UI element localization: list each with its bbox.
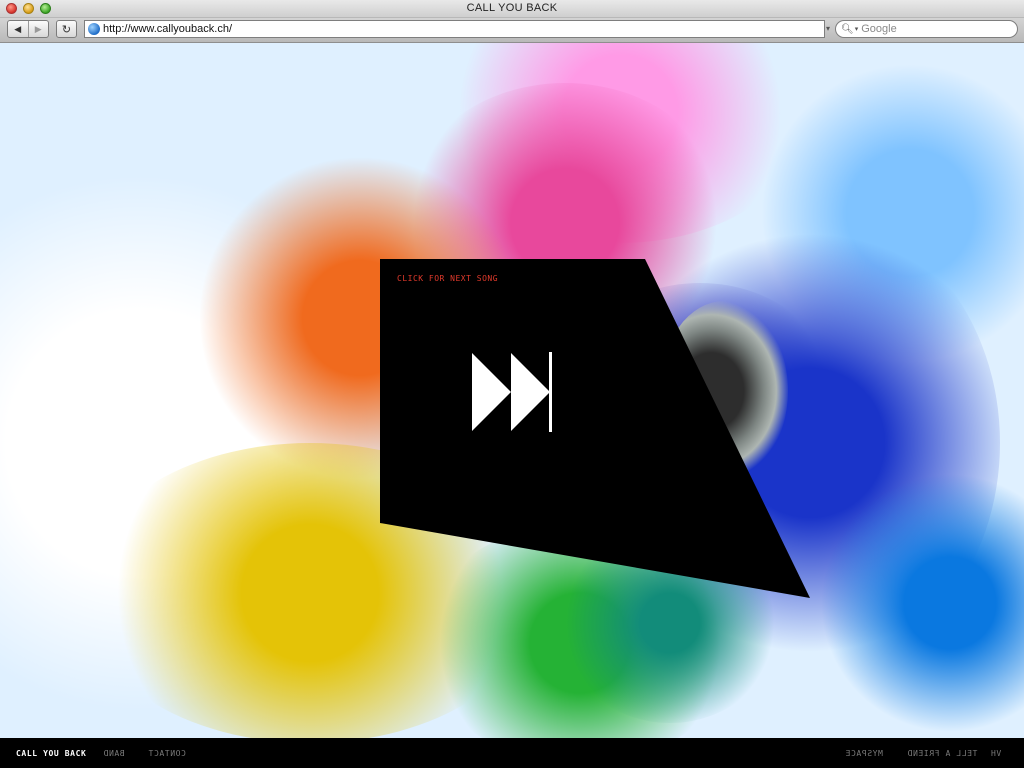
nav-label: MYSPACE [845, 749, 883, 758]
nav-label: HV [991, 749, 1002, 758]
forward-arrow-icon: ▶ [34, 23, 42, 34]
reload-button[interactable]: ↻ [56, 20, 77, 38]
address-bar[interactable]: http://www.callyouback.ch/ [84, 20, 825, 38]
page-content: CLICK FOR NEXT SONG [0, 43, 1024, 738]
reload-icon: ↻ [61, 23, 72, 36]
nav-label: CONTACT [148, 749, 186, 758]
nav-label: CALL YOU BACK [16, 749, 87, 758]
nav-label: TELL A FRIEND [907, 749, 978, 758]
url-history-dropdown-icon[interactable]: ▾ [826, 24, 830, 33]
nav-contact[interactable]: CONTACT [148, 749, 186, 758]
search-icon: 🔍︎ [841, 23, 854, 35]
nav-tell-a-friend[interactable]: TELL A FRIEND [907, 749, 977, 758]
search-engine-dropdown-icon[interactable]: ▾ [855, 25, 859, 33]
nav-hv[interactable]: HV [991, 749, 1002, 758]
nav-band[interactable]: BAND [103, 749, 125, 758]
search-placeholder: Google [861, 23, 897, 35]
nav-buttons: ◀ ▶ [7, 20, 49, 38]
back-arrow-icon: ◀ [14, 23, 22, 34]
window-titlebar: CALL YOU BACK [0, 0, 1024, 18]
next-song-label: CLICK FOR NEXT SONG [397, 274, 499, 283]
nav-label: BAND [103, 749, 125, 758]
back-button[interactable]: ◀ [8, 21, 29, 37]
window-title: CALL YOU BACK [466, 2, 558, 14]
url-text: http://www.callyouback.ch/ [103, 23, 233, 35]
nav-myspace[interactable]: MYSPACE [845, 749, 883, 758]
forward-button[interactable]: ▶ [29, 21, 49, 37]
bottom-nav: CALL YOU BACK BAND CONTACT MYSPACE TELL … [0, 738, 1024, 768]
next-track-icon[interactable] [472, 352, 554, 434]
browser-toolbar: ◀ ▶ ↻ http://www.callyouback.ch/ ▾ 🔍︎ ▾ … [0, 18, 1024, 43]
nav-call-you-back[interactable]: CALL YOU BACK [16, 749, 86, 758]
search-field[interactable]: 🔍︎ ▾ Google [835, 20, 1018, 38]
globe-icon [88, 23, 100, 35]
